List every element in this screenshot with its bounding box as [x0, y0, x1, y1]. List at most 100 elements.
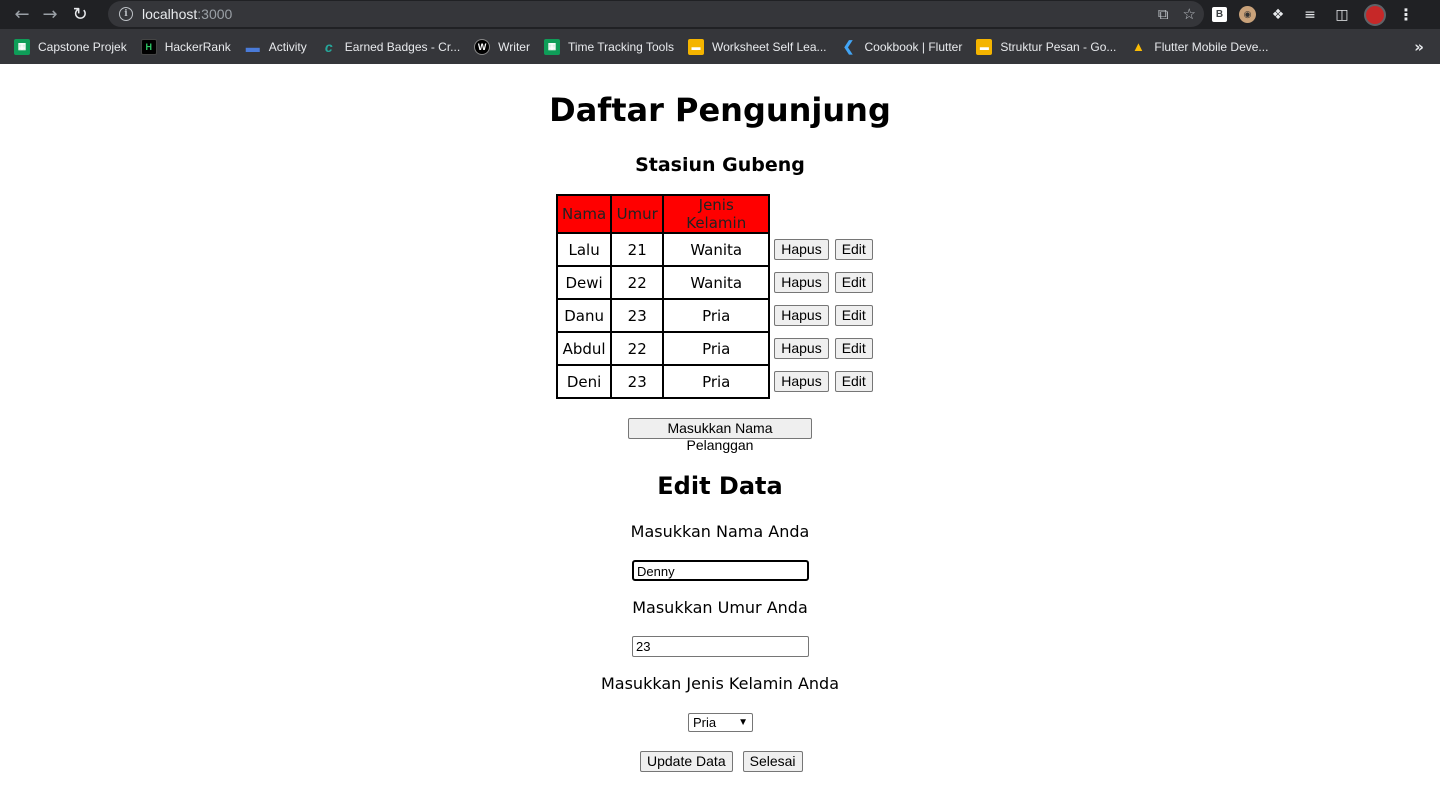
cell-jenis-kelamin: Wanita: [662, 265, 771, 300]
page-content: Daftar Pengunjung Stasiun Gubeng Nama Um…: [0, 64, 1440, 810]
slides-icon: ▬: [976, 38, 993, 55]
url-text[interactable]: localhost:3000: [142, 6, 232, 22]
profile-avatar[interactable]: [1364, 3, 1386, 26]
info-icon[interactable]: i: [119, 7, 133, 21]
edit-actions: Update Data Selesai: [640, 751, 803, 772]
credly-icon: c: [324, 38, 333, 55]
edit-button[interactable]: Edit: [834, 272, 873, 293]
extension-b-icon[interactable]: B: [1212, 7, 1227, 22]
bookmark-label: Worksheet Self Lea...: [712, 39, 827, 54]
cell-umur: 22: [610, 331, 665, 366]
url-port: :3000: [197, 6, 233, 22]
sheets-icon: ▦: [14, 38, 30, 55]
column-header-jenis-kelamin: Jenis Kelamin: [662, 194, 771, 234]
table-row: Danu 23 Pria Hapus Edit: [555, 298, 874, 333]
cell-nama: Lalu: [555, 232, 613, 267]
delete-button[interactable]: Hapus: [774, 239, 829, 260]
delete-button[interactable]: Hapus: [774, 338, 829, 359]
gender-select[interactable]: Pria ▼: [688, 713, 753, 732]
row-actions: Hapus Edit: [769, 299, 874, 332]
chevron-right-double-icon[interactable]: »: [1414, 38, 1424, 56]
bookmark-worksheet[interactable]: ▬ Worksheet Self Lea...: [682, 34, 835, 60]
bookmark-hackerrank[interactable]: H HackerRank: [135, 34, 239, 60]
cell-umur: 23: [610, 364, 665, 399]
age-label: Masukkan Umur Anda: [632, 598, 808, 617]
bookmark-label: HackerRank: [164, 39, 231, 54]
bookmark-struktur-pesan[interactable]: ▬ Struktur Pesan - Go...: [970, 34, 1124, 60]
cell-nama: Danu: [555, 298, 613, 333]
bookmark-label: Flutter Mobile Deve...: [1154, 39, 1269, 54]
reload-icon[interactable]: ↻: [66, 1, 94, 29]
extension-owl-icon[interactable]: ◉: [1239, 6, 1256, 23]
writer-icon: W: [474, 38, 491, 55]
bookmark-cookbook-flutter[interactable]: ❮ Cookbook | Flutter: [835, 34, 971, 60]
row-actions: Hapus Edit: [769, 365, 874, 398]
bookmark-label: Earned Badges - Cr...: [344, 39, 461, 54]
delete-button[interactable]: Hapus: [774, 371, 829, 392]
column-header-nama: Nama: [555, 194, 613, 234]
share-icon[interactable]: ⧉: [1158, 5, 1169, 23]
bookmark-capstone[interactable]: ▦ Capstone Projek: [8, 34, 135, 60]
bookmark-activity[interactable]: ▬ Activity: [239, 34, 315, 60]
edit-button[interactable]: Edit: [834, 338, 873, 359]
cell-jenis-kelamin: Pria: [662, 364, 771, 399]
back-arrow-icon[interactable]: ←: [8, 1, 36, 29]
name-input[interactable]: Denny: [632, 560, 809, 581]
bookmarks-bar: ▦ Capstone Projek H HackerRank ▬ Activity c…: [0, 29, 1440, 64]
bookmark-label: Struktur Pesan - Go...: [1000, 39, 1117, 54]
page-subtitle: Stasiun Gubeng: [635, 154, 805, 176]
bookmark-star-icon[interactable]: ☆: [1183, 5, 1196, 23]
media-queue-icon[interactable]: ≡: [1300, 5, 1320, 25]
table-row: Abdul 22 Pria Hapus Edit: [555, 331, 874, 366]
extensions-puzzle-icon[interactable]: ❖: [1268, 5, 1288, 25]
bookmark-label: Activity: [268, 39, 307, 54]
bookmark-flutter-mobile[interactable]: ▲ Flutter Mobile Deve...: [1124, 34, 1276, 60]
bookmark-label: Capstone Projek: [38, 39, 127, 54]
address-bar[interactable]: i localhost:3000 ⧉ ☆: [108, 1, 1204, 27]
edit-button[interactable]: Edit: [834, 305, 873, 326]
cell-umur: 22: [610, 265, 665, 300]
kebab-menu-icon[interactable]: ⋮: [1398, 5, 1414, 24]
chevron-down-icon: ▼: [738, 717, 748, 728]
table-row: Dewi 22 Wanita Hapus Edit: [555, 265, 874, 300]
page-title: Daftar Pengunjung: [549, 91, 891, 129]
edit-button[interactable]: Edit: [834, 371, 873, 392]
visitor-table: Nama Umur Jenis Kelamin Lalu 21 Wanita H…: [555, 194, 875, 399]
bookmark-time-tracking[interactable]: ▦ Time Tracking Tools: [538, 34, 682, 60]
cell-jenis-kelamin: Wanita: [662, 232, 771, 267]
cell-jenis-kelamin: Pria: [662, 298, 771, 333]
forward-arrow-icon[interactable]: →: [36, 1, 64, 29]
cell-nama: Abdul: [555, 331, 613, 366]
cell-umur: 21: [610, 232, 665, 267]
table-row: Deni 23 Pria Hapus Edit: [555, 364, 874, 399]
table-header-row: Nama Umur Jenis Kelamin: [555, 194, 874, 234]
browser-toolbar: ← → ↻ i localhost:3000 ⧉ ☆ B ◉ ❖ ≡ ◫ ⋮: [0, 0, 1440, 29]
sheets-icon: ▦: [543, 38, 560, 55]
cell-umur: 23: [610, 298, 665, 333]
bookmark-earned-badges[interactable]: c Earned Badges - Cr...: [315, 34, 468, 60]
side-panel-icon[interactable]: ◫: [1332, 5, 1352, 25]
gender-label: Masukkan Jenis Kelamin Anda: [600, 674, 840, 693]
hackerrank-icon: H: [140, 38, 157, 55]
row-actions: Hapus Edit: [769, 266, 874, 299]
delete-button[interactable]: Hapus: [774, 305, 829, 326]
table-row: Lalu 21 Wanita Hapus Edit: [555, 232, 874, 267]
delete-button[interactable]: Hapus: [774, 272, 829, 293]
cell-nama: Deni: [555, 364, 613, 399]
row-actions: Hapus Edit: [769, 332, 874, 365]
gender-select-value: Pria: [693, 715, 717, 730]
bookmark-label: Writer: [498, 39, 530, 54]
edit-section-title: Edit Data: [657, 472, 783, 500]
age-input[interactable]: 23: [632, 636, 809, 657]
cell-jenis-kelamin: Pria: [662, 331, 771, 366]
row-actions: Hapus Edit: [769, 233, 874, 266]
edit-button[interactable]: Edit: [834, 239, 873, 260]
update-data-button[interactable]: Update Data: [640, 751, 733, 772]
name-label: Masukkan Nama Anda: [630, 522, 810, 541]
cell-nama: Dewi: [555, 265, 613, 300]
url-host: localhost: [142, 6, 198, 22]
done-button[interactable]: Selesai: [742, 751, 803, 772]
bookmark-writer[interactable]: W Writer: [468, 34, 538, 60]
add-customer-button[interactable]: Masukkan Nama Pelanggan: [628, 418, 812, 453]
flutter-icon: ❮: [842, 38, 855, 54]
